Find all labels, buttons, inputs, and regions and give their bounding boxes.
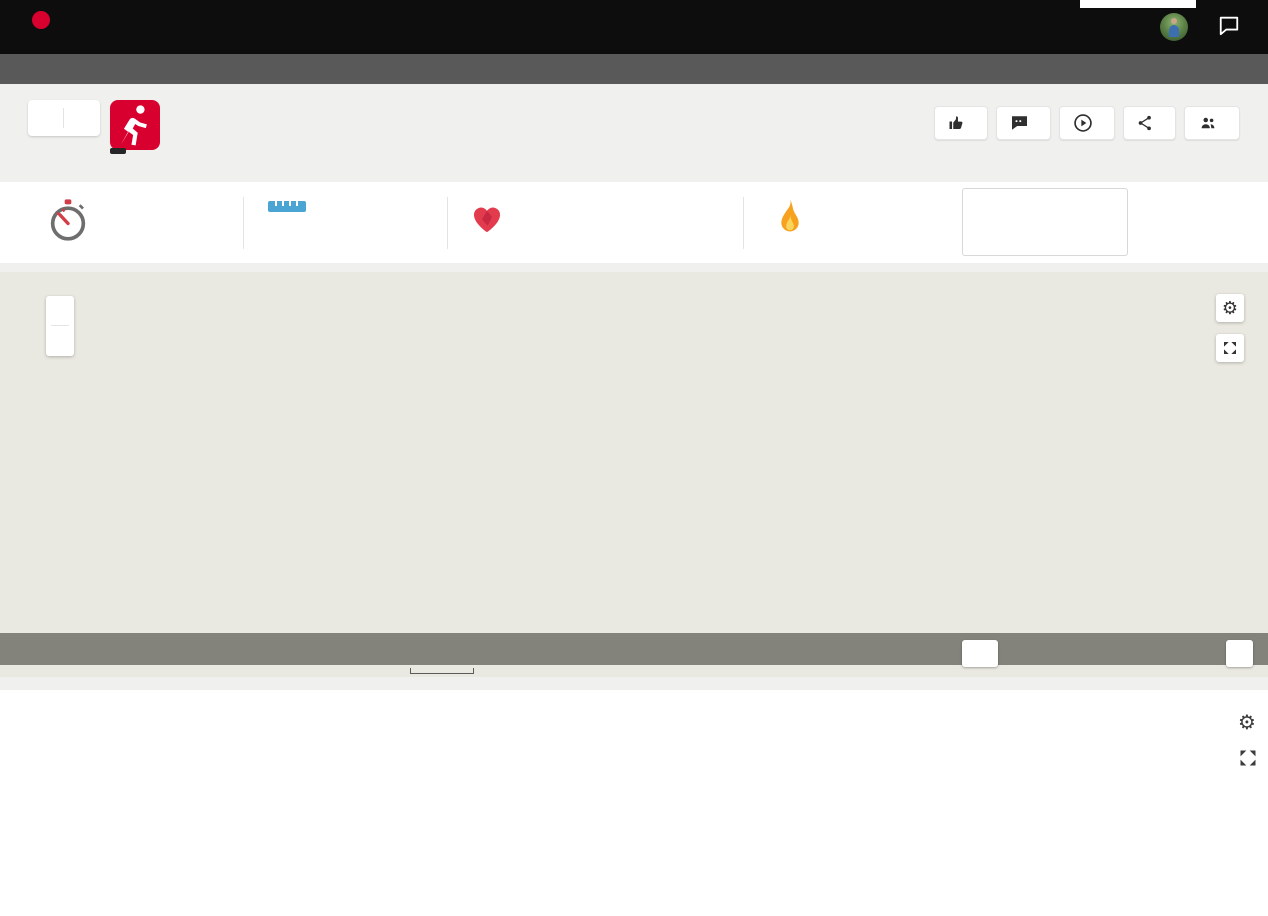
share-button[interactable]	[1123, 106, 1176, 140]
logo-red-o-icon	[32, 11, 50, 29]
map-fullscreen-button[interactable]	[1216, 334, 1244, 362]
divider	[743, 197, 744, 249]
zoom-in-button[interactable]	[46, 296, 74, 325]
route-map[interactable]: ⚙	[0, 272, 1268, 677]
divider	[243, 197, 244, 249]
dropdown-artifact	[1080, 0, 1196, 8]
flame-icon	[776, 198, 804, 243]
hr-zones-panel	[935, 730, 1265, 744]
phase-split-badge	[110, 148, 126, 154]
hr-pace-cadence-chart[interactable]	[0, 690, 930, 916]
zoom-out-button[interactable]	[46, 326, 74, 355]
running-sport-icon	[110, 100, 160, 150]
map-canvas	[0, 272, 1268, 677]
map-zoom-control	[46, 296, 74, 356]
heart-icon	[470, 202, 504, 239]
like-button[interactable]	[934, 106, 988, 140]
top-nav-bar	[0, 0, 1268, 54]
add-route-favorite-button[interactable]	[962, 640, 998, 667]
replay-route-button[interactable]	[1059, 106, 1115, 140]
divider	[447, 197, 448, 249]
map-attribution	[0, 665, 1268, 677]
summary-stats-bar	[0, 182, 1268, 263]
map-scale-bar	[410, 668, 474, 674]
training-benefit-box[interactable]	[962, 188, 1128, 256]
divider	[63, 108, 64, 128]
expand-icon	[1238, 748, 1258, 768]
diary-sub-nav	[0, 54, 1268, 84]
expand-icon	[1222, 340, 1238, 356]
comment-icon	[1010, 114, 1029, 132]
prev-next-control	[28, 100, 100, 136]
gear-icon: ⚙	[1222, 298, 1238, 319]
readers-people-icon	[1198, 114, 1218, 132]
map-settings-button[interactable]: ⚙	[1216, 294, 1244, 322]
training-chart-panel: ⚙	[0, 690, 1268, 916]
comments-button[interactable]	[996, 106, 1051, 140]
stopwatch-icon	[48, 198, 88, 249]
play-circle-icon	[1073, 113, 1093, 133]
activity-actions	[934, 106, 1240, 140]
readers-button[interactable]	[1184, 106, 1240, 140]
chat-icon[interactable]	[1218, 14, 1240, 40]
user-area	[1150, 0, 1240, 54]
polar-logo[interactable]	[30, 11, 54, 29]
thumbs-up-icon	[948, 114, 966, 132]
chart-fullscreen-button[interactable]	[1238, 748, 1258, 773]
avatar[interactable]	[1160, 13, 1188, 41]
distance-ruler-icon	[268, 200, 306, 212]
close-prompt-button[interactable]	[1226, 640, 1253, 667]
route-favorite-prompt-bar	[0, 633, 1268, 665]
share-icon	[1137, 114, 1154, 132]
